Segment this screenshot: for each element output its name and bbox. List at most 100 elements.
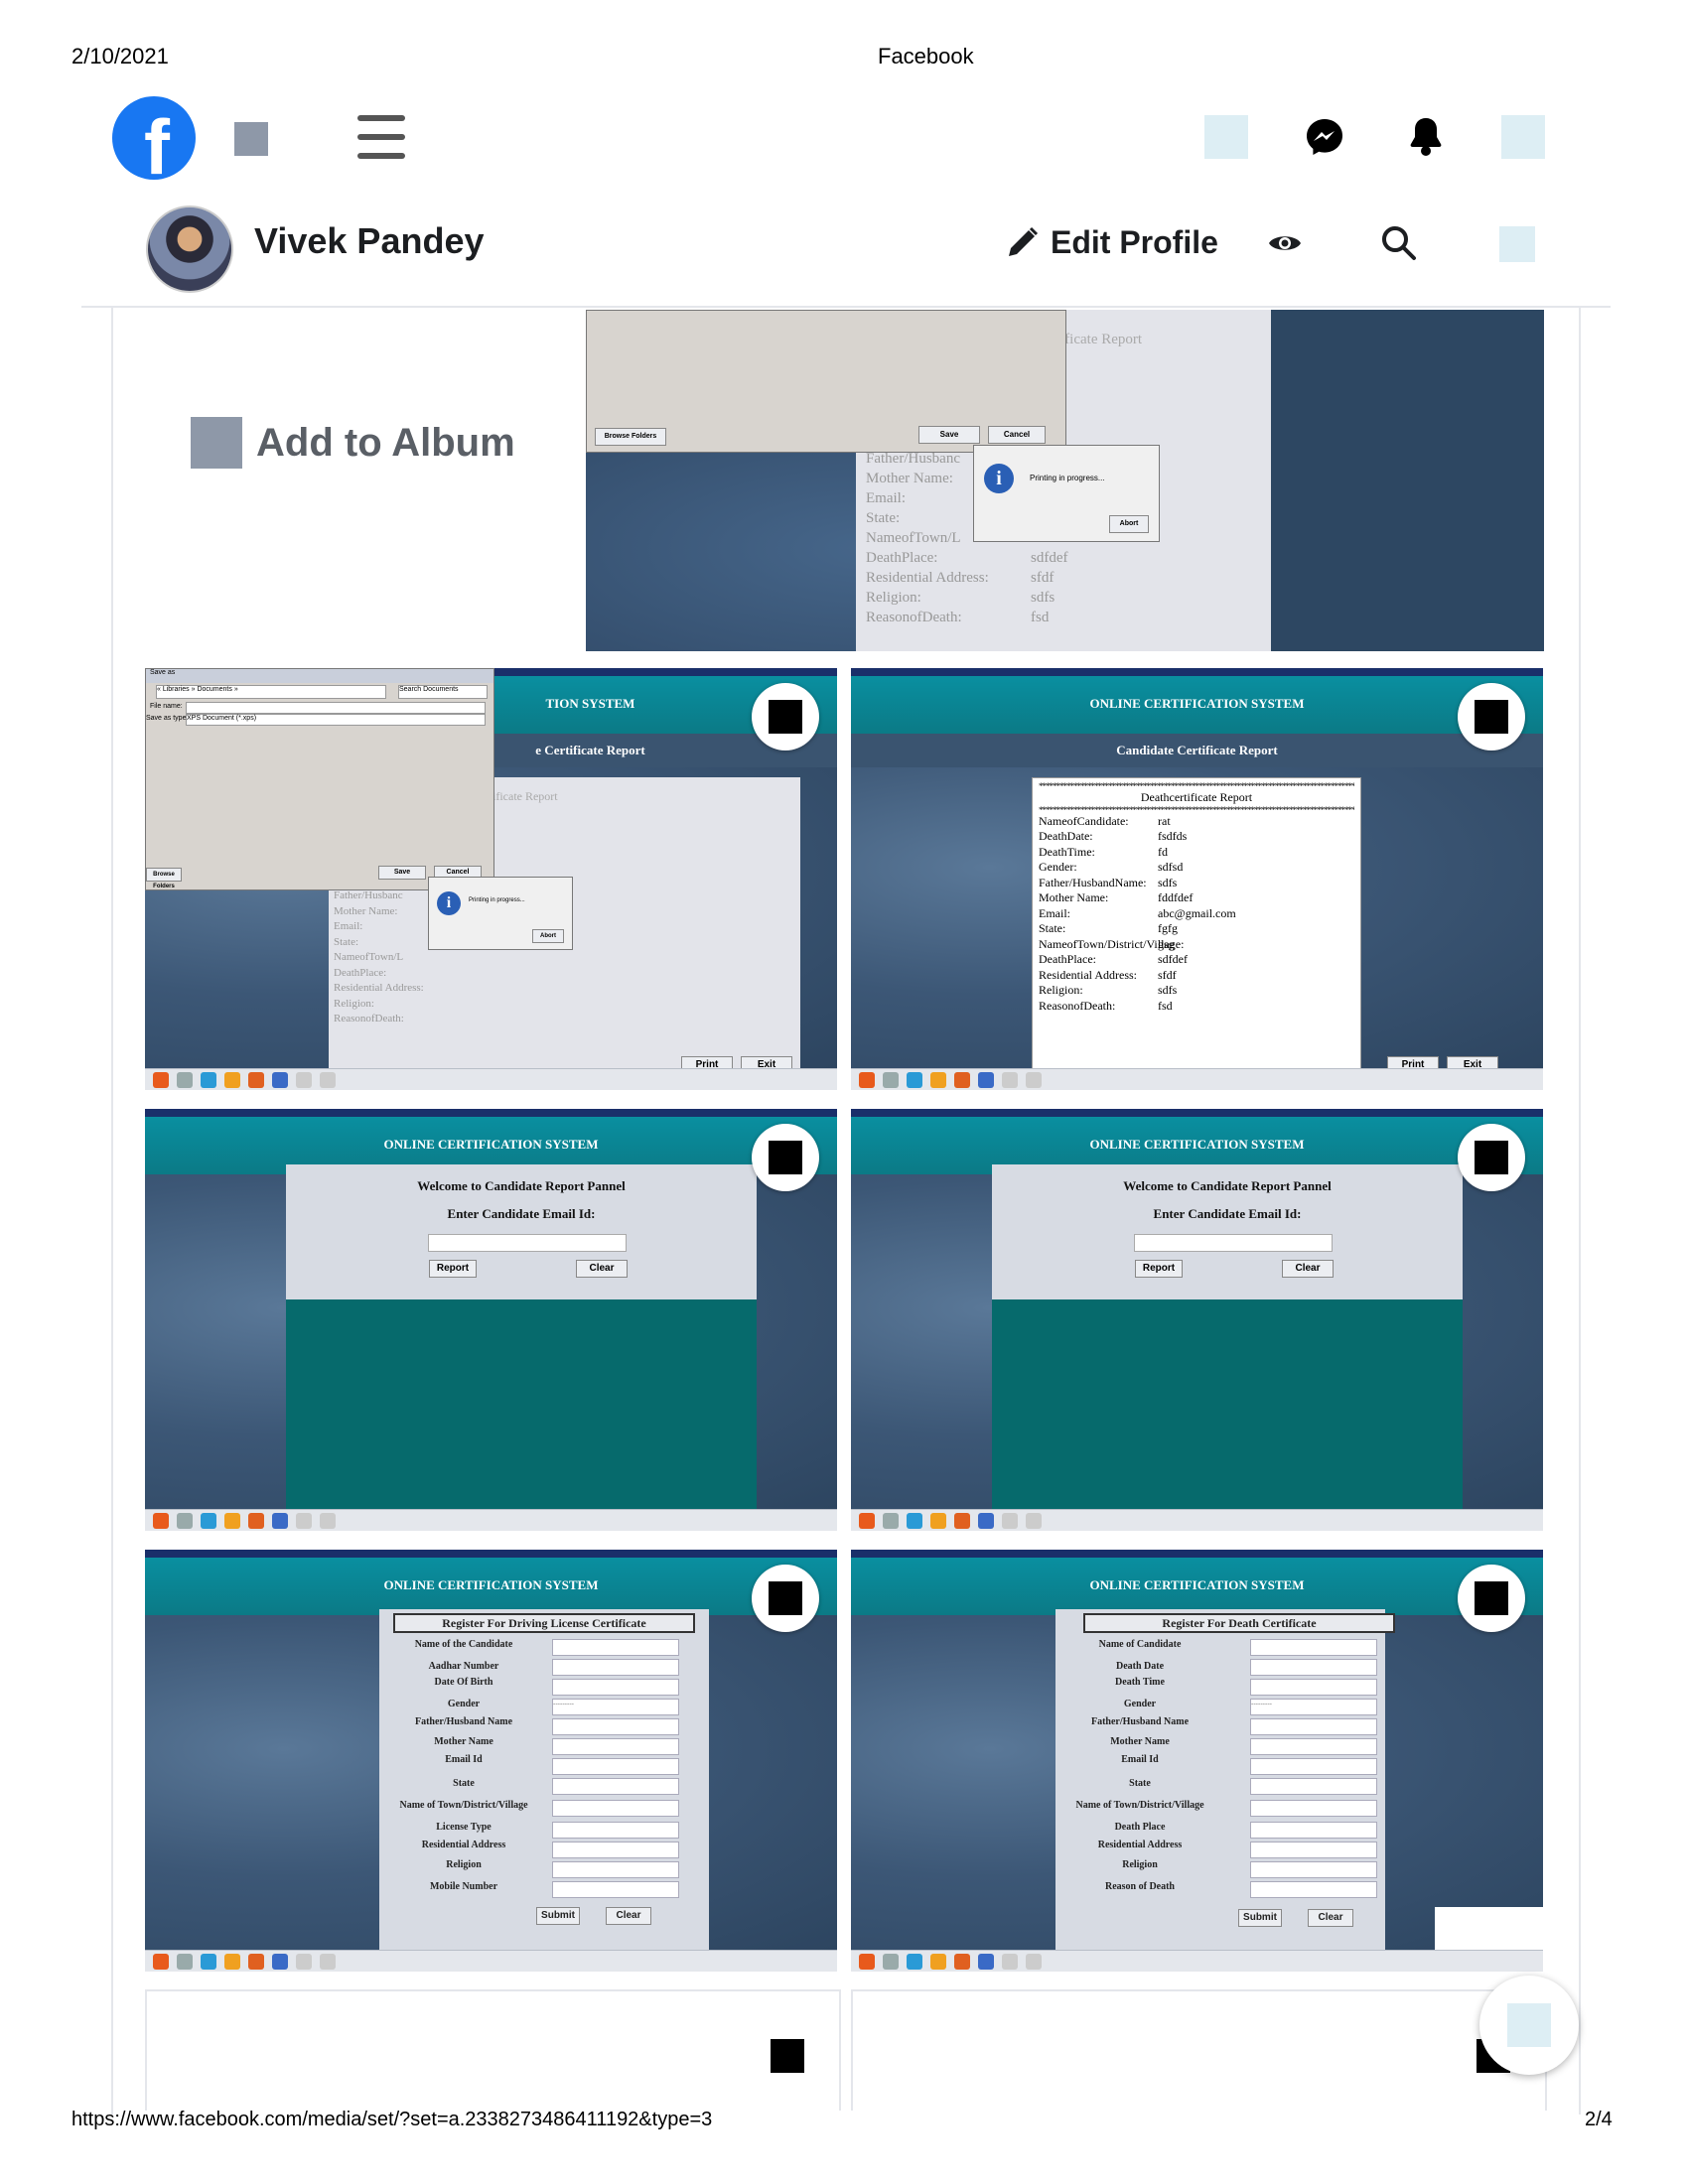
placeholder-icon[interactable] bbox=[234, 122, 268, 156]
abort-button[interactable]: Abort bbox=[532, 929, 564, 943]
edit-profile-button[interactable]: Edit Profile bbox=[1005, 224, 1218, 261]
taskbar bbox=[145, 1950, 837, 1972]
abort-button[interactable]: Abort bbox=[1109, 515, 1149, 533]
form-input[interactable] bbox=[552, 1800, 679, 1817]
form-input[interactable] bbox=[1250, 1842, 1377, 1858]
photo-thumbnail[interactable]: ONLINE CERTIFICATION SYSTEM Welcome to C… bbox=[851, 1109, 1543, 1531]
form-input[interactable] bbox=[1250, 1679, 1377, 1696]
email-input[interactable] bbox=[428, 1234, 627, 1252]
photo-thumbnail[interactable]: ificate Report Father/Husbanc Mother Name… bbox=[586, 310, 1544, 651]
select-photo-button[interactable] bbox=[752, 683, 819, 751]
form-input[interactable] bbox=[1250, 1659, 1377, 1676]
select-photo-button[interactable] bbox=[1458, 1124, 1525, 1191]
messenger-icon[interactable] bbox=[1305, 117, 1344, 157]
report-title: ificate Report bbox=[492, 789, 558, 803]
form-input[interactable] bbox=[1250, 1861, 1377, 1878]
save-type-label: Save as type: bbox=[146, 715, 189, 722]
search-documents-input[interactable]: Search Documents bbox=[398, 685, 488, 699]
form-input[interactable] bbox=[1250, 1738, 1377, 1755]
cancel-button[interactable]: Cancel bbox=[988, 426, 1046, 444]
pencil-icon bbox=[1009, 226, 1039, 256]
form-input[interactable] bbox=[1250, 1822, 1377, 1839]
form-input[interactable] bbox=[1250, 1881, 1377, 1898]
panel-prompt: Enter Candidate Email Id: bbox=[447, 1206, 596, 1221]
form-input[interactable] bbox=[1250, 1639, 1377, 1656]
form-input[interactable] bbox=[552, 1718, 679, 1735]
select-photo-button[interactable] bbox=[752, 1565, 819, 1632]
email-input[interactable] bbox=[1134, 1234, 1333, 1252]
add-to-album-button[interactable]: Add to Album bbox=[191, 417, 515, 469]
form-input[interactable] bbox=[552, 1738, 679, 1755]
gender-select[interactable]: --------- bbox=[552, 1699, 679, 1715]
notifications-icon[interactable] bbox=[1406, 115, 1446, 157]
select-photo-button[interactable] bbox=[1458, 1565, 1525, 1632]
info-icon: i bbox=[984, 464, 1014, 493]
gender-select[interactable]: --------- bbox=[1250, 1699, 1377, 1715]
form-input[interactable] bbox=[1250, 1800, 1377, 1817]
form-input[interactable] bbox=[1250, 1718, 1377, 1735]
placeholder-icon[interactable] bbox=[1501, 115, 1545, 159]
death-certificate-form: Register For Death Certificate Name of C… bbox=[1055, 1609, 1395, 1950]
form-input[interactable] bbox=[552, 1822, 679, 1839]
print-url: https://www.facebook.com/media/set/?set=… bbox=[71, 2109, 713, 2130]
select-photo-button[interactable] bbox=[1458, 683, 1525, 751]
form-input[interactable] bbox=[1250, 1758, 1377, 1775]
printing-message: Printing in progress... bbox=[1030, 474, 1105, 482]
submit-button[interactable]: Submit bbox=[536, 1907, 580, 1925]
save-button[interactable]: Save bbox=[918, 426, 980, 444]
form-input[interactable] bbox=[552, 1659, 679, 1676]
select-photo-button[interactable] bbox=[752, 1124, 819, 1191]
form-input[interactable] bbox=[552, 1881, 679, 1898]
placeholder-icon bbox=[1507, 2003, 1551, 2047]
browse-folders-button[interactable]: Browse Folders bbox=[146, 868, 182, 889]
browse-folders-button[interactable]: Browse Folders bbox=[595, 428, 666, 446]
submit-button[interactable]: Submit bbox=[1238, 1909, 1282, 1927]
clear-button[interactable]: Clear bbox=[576, 1260, 628, 1278]
eye-icon[interactable] bbox=[1267, 228, 1303, 263]
photo-thumbnail[interactable] bbox=[851, 1989, 1547, 2111]
print-date: 2/10/2021 bbox=[71, 44, 169, 68]
photo-thumbnail[interactable]: ONLINE CERTIFICATION SYSTEM Register For… bbox=[851, 1550, 1543, 1972]
checkbox-icon bbox=[1475, 1581, 1508, 1615]
search-icon[interactable] bbox=[1380, 224, 1418, 267]
avatar[interactable] bbox=[146, 205, 233, 293]
file-name-input[interactable] bbox=[186, 702, 486, 714]
photo-thumbnail[interactable]: TION SYSTEM e Certificate Report ificate… bbox=[145, 668, 837, 1090]
form-input[interactable] bbox=[552, 1679, 679, 1696]
photo-thumbnail[interactable]: ONLINE CERTIFICATION SYSTEM Candidate Ce… bbox=[851, 668, 1543, 1090]
report-faded-values: sdfdef sfdf sdfs fsd bbox=[1031, 550, 1068, 625]
report-button[interactable]: Report bbox=[1135, 1260, 1183, 1278]
clear-button[interactable]: Clear bbox=[1282, 1260, 1334, 1278]
checkbox-icon bbox=[1475, 1141, 1508, 1174]
photo-thumbnail[interactable]: ONLINE CERTIFICATION SYSTEM Register For… bbox=[145, 1550, 837, 1972]
save-dialog: Browse Folders Save Cancel bbox=[586, 310, 1066, 453]
add-to-album-label: Add to Album bbox=[256, 420, 515, 465]
save-button[interactable]: Save bbox=[378, 866, 426, 880]
file-name-label: File name: bbox=[150, 703, 183, 710]
placeholder-icon[interactable] bbox=[1204, 115, 1248, 159]
form-input[interactable] bbox=[552, 1639, 679, 1656]
menu-icon[interactable] bbox=[357, 115, 405, 159]
profile-name[interactable]: Vivek Pandey bbox=[254, 220, 485, 262]
print-title: Facebook bbox=[878, 44, 974, 68]
form-input[interactable] bbox=[1250, 1778, 1377, 1795]
floating-action-button[interactable] bbox=[1479, 1976, 1579, 2075]
form-title: Register For Death Certificate bbox=[1083, 1613, 1395, 1633]
path-bar[interactable]: « Libraries » Documents » bbox=[156, 685, 386, 699]
clear-button[interactable]: Clear bbox=[606, 1907, 651, 1925]
checkbox-icon[interactable] bbox=[771, 2039, 804, 2073]
form-input[interactable] bbox=[552, 1861, 679, 1878]
photo-thumbnail[interactable]: ONLINE CERTIFICATION SYSTEM Welcome to C… bbox=[145, 1109, 837, 1531]
clear-button[interactable]: Clear bbox=[1308, 1909, 1353, 1927]
save-type-select[interactable]: XPS Document (*.xps) bbox=[186, 714, 486, 726]
form-input[interactable] bbox=[552, 1842, 679, 1858]
report-title: ificate Report bbox=[1060, 332, 1143, 347]
photo-thumbnail[interactable] bbox=[145, 1989, 841, 2111]
form-input[interactable] bbox=[552, 1758, 679, 1775]
app-title: ONLINE CERTIFICATION SYSTEM bbox=[851, 668, 1543, 734]
facebook-logo[interactable]: f bbox=[112, 96, 196, 180]
form-input[interactable] bbox=[552, 1778, 679, 1795]
panel-welcome: Welcome to Candidate Report Pannel bbox=[417, 1178, 626, 1193]
report-button[interactable]: Report bbox=[429, 1260, 477, 1278]
placeholder-icon[interactable] bbox=[1499, 226, 1535, 262]
